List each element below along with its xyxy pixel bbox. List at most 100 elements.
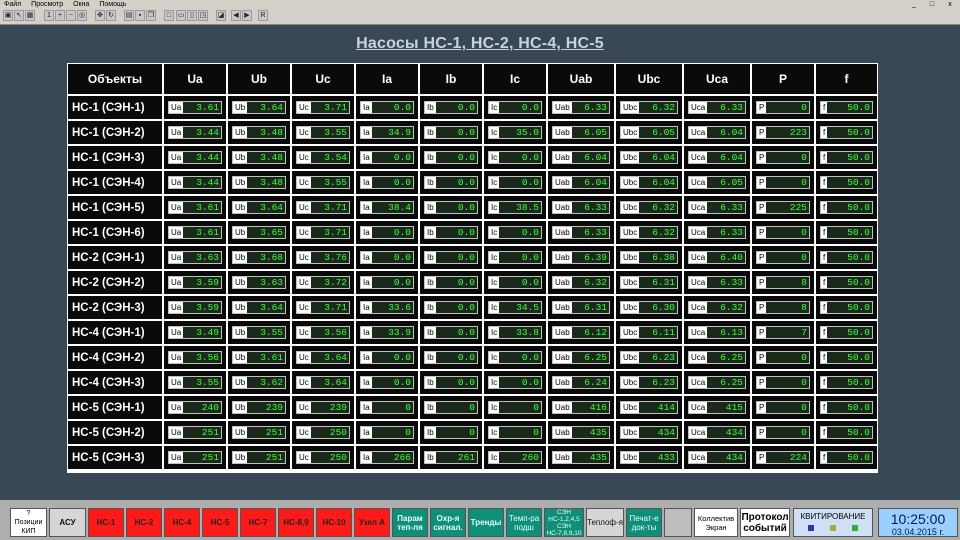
value-box[interactable]: Ia 0.0 bbox=[360, 351, 414, 364]
asu-button[interactable]: АСУ bbox=[49, 508, 86, 537]
value-box[interactable]: Ia 34.9 bbox=[360, 126, 414, 139]
value-box[interactable]: Uca 415 bbox=[688, 401, 746, 414]
value-box[interactable]: f 50.0 bbox=[820, 176, 873, 189]
zoom-1to1-icon[interactable]: 1 bbox=[44, 10, 54, 21]
value-box[interactable]: Uab 6.33 bbox=[552, 101, 610, 114]
value-box[interactable]: P8 bbox=[756, 276, 810, 289]
value-box[interactable]: Uc 3.64 bbox=[296, 351, 350, 364]
value-box[interactable]: Uab 6.32 bbox=[552, 276, 610, 289]
value-box[interactable]: Ic 0 bbox=[488, 426, 542, 439]
value-box[interactable]: Uab 6.04 bbox=[552, 151, 610, 164]
value-box[interactable]: Ua 240 bbox=[168, 401, 222, 414]
value-box[interactable]: Uab 6.33 bbox=[552, 201, 610, 214]
value-box[interactable]: Ia 0.0 bbox=[360, 376, 414, 389]
value-box[interactable]: P0 bbox=[756, 176, 810, 189]
row-object-name[interactable]: НС-5 (СЭН-2) bbox=[68, 421, 162, 444]
value-box[interactable]: f 50.0 bbox=[820, 151, 873, 164]
row-object-name[interactable]: НС-5 (СЭН-3) bbox=[68, 446, 162, 469]
value-box[interactable]: Ia 38.4 bbox=[360, 201, 414, 214]
row-object-name[interactable]: НС-1 (СЭН-2) bbox=[68, 121, 162, 144]
value-box[interactable]: Ib 0.0 bbox=[424, 101, 478, 114]
row-object-name[interactable]: НС-1 (СЭН-4) bbox=[68, 171, 162, 194]
value-box[interactable]: Ua 3.55 bbox=[168, 376, 222, 389]
value-box[interactable]: Uca 6.33 bbox=[688, 201, 746, 214]
value-box[interactable]: Ubc 6.30 bbox=[620, 301, 678, 314]
maximize-icon[interactable]: □ bbox=[924, 0, 940, 9]
value-box[interactable]: P0 bbox=[756, 376, 810, 389]
value-box[interactable]: Ib 0.0 bbox=[424, 126, 478, 139]
value-box[interactable]: Ic 38.5 bbox=[488, 201, 542, 214]
cascade-icon[interactable]: ◳ bbox=[198, 10, 208, 21]
zoom-in-icon[interactable]: + bbox=[55, 10, 65, 21]
value-box[interactable]: Uc 3.64 bbox=[296, 376, 350, 389]
row-object-name[interactable]: НС-1 (СЭН-5) bbox=[68, 196, 162, 219]
value-box[interactable]: f 50.0 bbox=[820, 301, 873, 314]
value-box[interactable]: Ic 0.0 bbox=[488, 376, 542, 389]
value-box[interactable]: f 50.0 bbox=[820, 426, 873, 439]
value-box[interactable]: Uc 3.54 bbox=[296, 151, 350, 164]
value-box[interactable]: Ib 0.0 bbox=[424, 301, 478, 314]
value-box[interactable]: Ub 3.64 bbox=[232, 201, 286, 214]
value-box[interactable]: Uc 250 bbox=[296, 426, 350, 439]
value-box[interactable]: Ic 33.8 bbox=[488, 326, 542, 339]
value-box[interactable]: Ia 0.0 bbox=[360, 151, 414, 164]
value-box[interactable]: Uc 3.76 bbox=[296, 251, 350, 264]
close-icon[interactable]: x bbox=[942, 0, 958, 9]
menu-view[interactable]: Просмотр bbox=[27, 0, 67, 9]
value-box[interactable]: Ubc 6.11 bbox=[620, 326, 678, 339]
value-box[interactable]: Uc 250 bbox=[296, 451, 350, 464]
grid-icon[interactable]: ▦ bbox=[25, 10, 35, 21]
value-box[interactable]: Ub 3.63 bbox=[232, 276, 286, 289]
value-box[interactable]: Ua 251 bbox=[168, 451, 222, 464]
value-box[interactable]: Ubc 434 bbox=[620, 426, 678, 439]
copy-icon[interactable]: ❐ bbox=[146, 10, 156, 21]
value-box[interactable]: Uc 3.71 bbox=[296, 201, 350, 214]
value-box[interactable]: Ub 239 bbox=[232, 401, 286, 414]
value-box[interactable]: Ubc 6.04 bbox=[620, 151, 678, 164]
pump-station-button[interactable]: НС-1 bbox=[88, 508, 124, 537]
value-box[interactable]: f 50.0 bbox=[820, 326, 873, 339]
value-box[interactable]: Ubc 6.32 bbox=[620, 226, 678, 239]
value-box[interactable]: P0 bbox=[756, 251, 810, 264]
value-box[interactable]: Ub 3.64 bbox=[232, 101, 286, 114]
value-box[interactable]: P8 bbox=[756, 301, 810, 314]
value-box[interactable]: Uc 3.72 bbox=[296, 276, 350, 289]
pointer-icon[interactable]: ↖ bbox=[14, 10, 24, 21]
value-box[interactable]: Ia 0.0 bbox=[360, 276, 414, 289]
collective-screen-button[interactable]: Коллектив Экран bbox=[694, 508, 738, 537]
value-box[interactable]: Ic 260 bbox=[488, 451, 542, 464]
zoom-fit-icon[interactable]: ◎ bbox=[77, 10, 87, 21]
value-box[interactable]: Uc 3.71 bbox=[296, 226, 350, 239]
value-box[interactable]: Uab 6.33 bbox=[552, 226, 610, 239]
pump-station-button[interactable]: НС-10 bbox=[316, 508, 352, 537]
value-box[interactable]: Ia 0.0 bbox=[360, 176, 414, 189]
value-box[interactable]: Uab 6.25 bbox=[552, 351, 610, 364]
layers-icon[interactable]: ◪ bbox=[216, 10, 226, 21]
row-object-name[interactable]: НС-1 (СЭН-6) bbox=[68, 221, 162, 244]
value-box[interactable]: Ub 3.61 bbox=[232, 351, 286, 364]
value-box[interactable]: Uca 6.04 bbox=[688, 151, 746, 164]
value-box[interactable]: Ic 35.0 bbox=[488, 126, 542, 139]
heat-params-button[interactable]: Парам теп-ля bbox=[392, 508, 428, 537]
value-box[interactable]: Ubc 6.05 bbox=[620, 126, 678, 139]
tile-horizontal-icon[interactable]: ▭ bbox=[176, 10, 186, 21]
value-box[interactable]: Ua 251 bbox=[168, 426, 222, 439]
value-box[interactable]: Ub 251 bbox=[232, 451, 286, 464]
value-box[interactable]: Ubc 6.23 bbox=[620, 351, 678, 364]
value-box[interactable]: Ubc 433 bbox=[620, 451, 678, 464]
value-box[interactable]: Ubc 6.04 bbox=[620, 176, 678, 189]
value-box[interactable]: Ia 0.0 bbox=[360, 101, 414, 114]
value-box[interactable]: Uca 6.25 bbox=[688, 376, 746, 389]
value-box[interactable]: Ub 3.68 bbox=[232, 251, 286, 264]
value-box[interactable]: f 50.0 bbox=[820, 451, 873, 464]
pump-station-button[interactable]: Узел А bbox=[354, 508, 390, 537]
value-box[interactable]: Ib 0.0 bbox=[424, 326, 478, 339]
kip-positions-button[interactable]: ? Позиции КИП bbox=[10, 508, 47, 537]
value-box[interactable]: Uc 3.55 bbox=[296, 176, 350, 189]
window-icon[interactable]: □ bbox=[164, 10, 174, 21]
print-docs-button[interactable]: Печат-е док-ты bbox=[626, 508, 662, 537]
pump-station-button[interactable]: НС-5 bbox=[202, 508, 238, 537]
value-box[interactable]: f 50.0 bbox=[820, 226, 873, 239]
value-box[interactable]: Ib 0.0 bbox=[424, 376, 478, 389]
value-box[interactable]: Ic 0.0 bbox=[488, 151, 542, 164]
